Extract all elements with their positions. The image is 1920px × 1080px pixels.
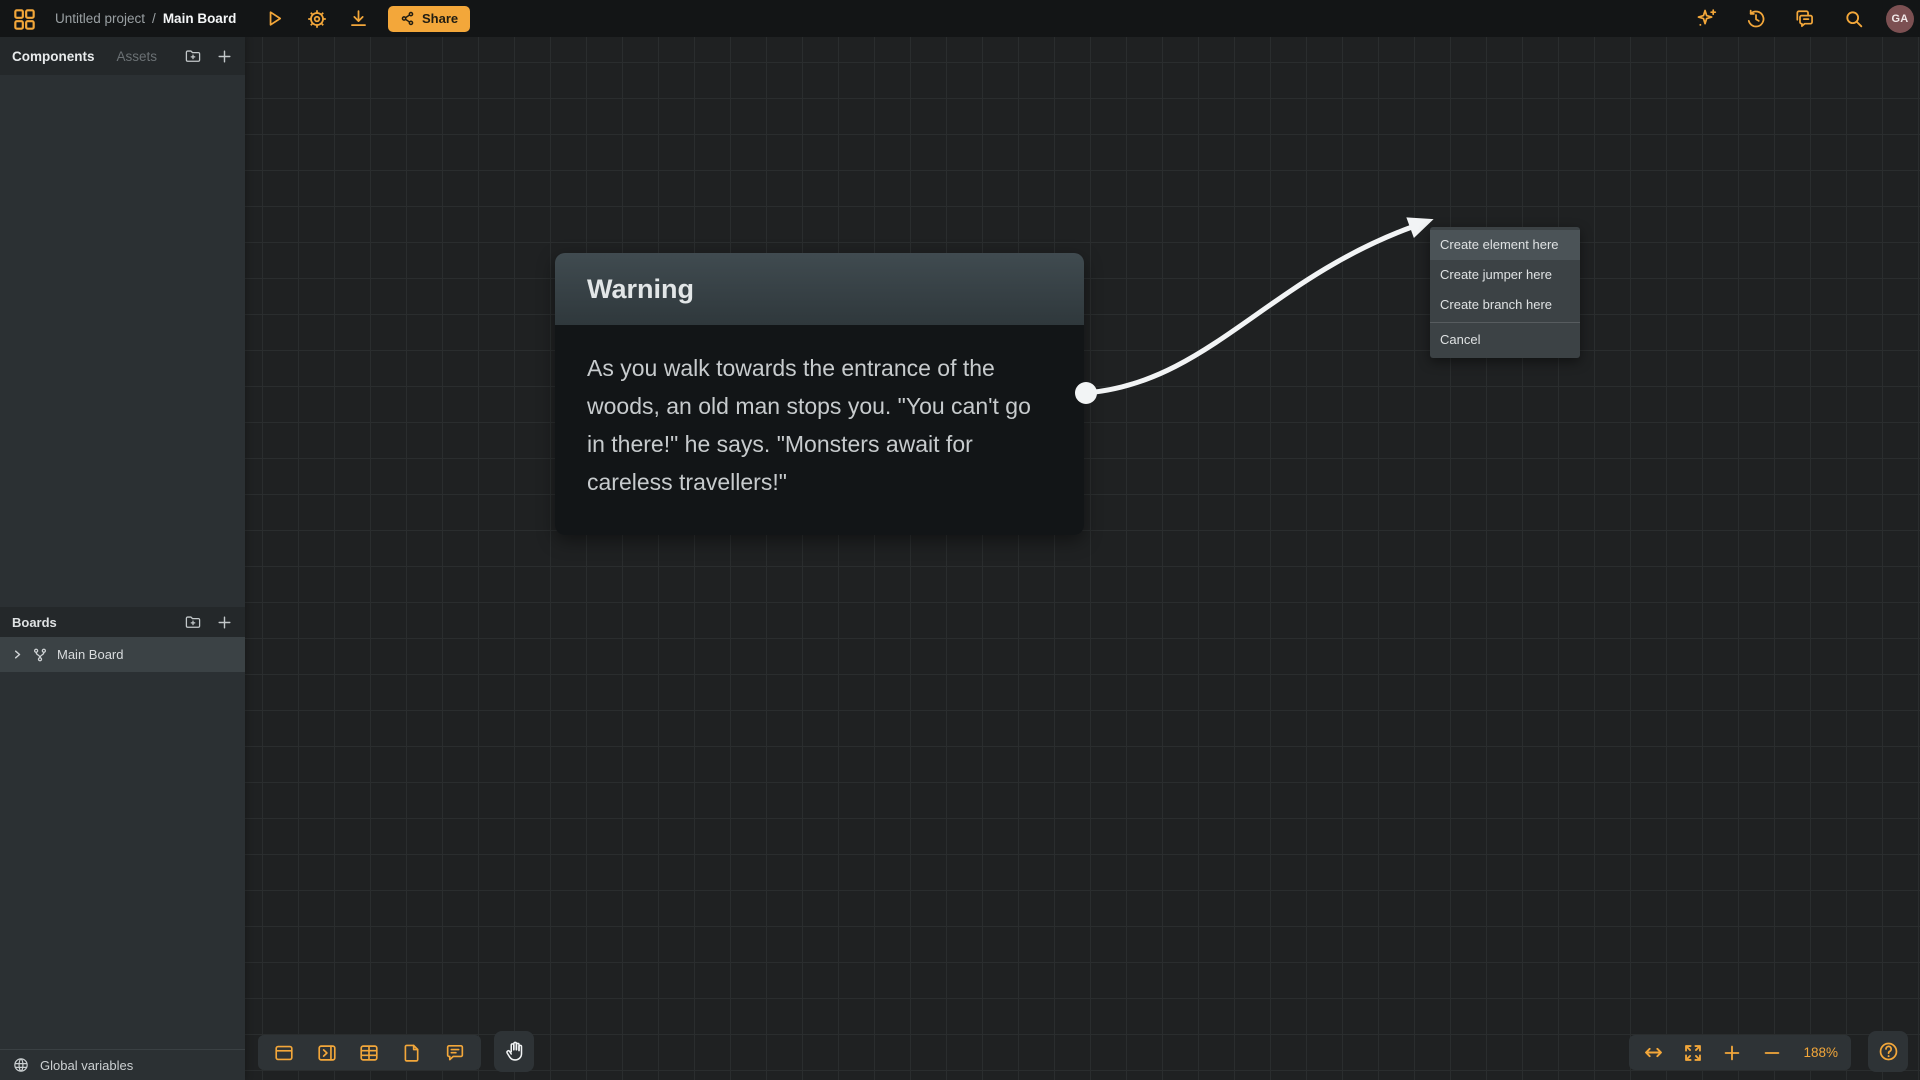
chevron-right-icon[interactable] <box>12 649 23 660</box>
add-folder-icon[interactable] <box>184 47 202 65</box>
tab-assets[interactable]: Assets <box>117 49 158 64</box>
menu-item-create-branch[interactable]: Create branch here <box>1430 290 1580 320</box>
board-flow-icon <box>32 647 48 663</box>
share-nodes-icon <box>400 11 415 26</box>
add-board-plus-icon[interactable] <box>215 613 233 631</box>
pan-tool-hand-icon[interactable] <box>494 1031 534 1072</box>
help-button[interactable] <box>1868 1031 1908 1072</box>
topbar-actions: Share <box>258 5 470 32</box>
topbar-right: GA <box>1690 0 1914 37</box>
element-card-header: Warning <box>555 253 1084 325</box>
settings-gear-icon[interactable] <box>300 6 333 32</box>
topbar: Untitled project / Main Board <box>0 0 1920 37</box>
history-icon[interactable] <box>1739 6 1772 32</box>
board-canvas[interactable]: Warning As you walk towards the entrance… <box>245 37 1920 1080</box>
user-avatar[interactable]: GA <box>1886 5 1914 33</box>
breadcrumb: Untitled project / Main Board <box>55 0 236 37</box>
fit-width-icon[interactable] <box>1642 1039 1665 1067</box>
element-card-title: Warning <box>587 274 694 305</box>
share-button[interactable]: Share <box>388 6 470 32</box>
boards-panel-header: Boards <box>0 607 245 637</box>
boards-list: Main Board <box>0 637 245 1049</box>
global-variables-label: Global variables <box>40 1058 133 1073</box>
comments-icon[interactable] <box>1788 6 1821 32</box>
global-variables-button[interactable]: Global variables <box>0 1049 245 1080</box>
sidebar: Components Assets Boards <box>0 37 245 1080</box>
ai-sparkle-icon[interactable] <box>1690 6 1723 32</box>
app-window: Untitled project / Main Board <box>0 0 1920 1080</box>
components-list-empty[interactable] <box>0 75 245 607</box>
jumper-tool-icon[interactable] <box>310 1038 344 1068</box>
export-download-icon[interactable] <box>342 6 375 32</box>
menu-item-create-jumper[interactable]: Create jumper here <box>1430 260 1580 290</box>
breadcrumb-board[interactable]: Main Board <box>163 11 237 26</box>
connection-arrow <box>245 37 1920 1080</box>
play-button[interactable] <box>258 6 291 32</box>
menu-item-create-element[interactable]: Create element here <box>1430 230 1580 260</box>
element-card-body: As you walk towards the entrance of the … <box>555 325 1084 535</box>
add-board-folder-icon[interactable] <box>184 613 202 631</box>
element-card[interactable]: Warning As you walk towards the entrance… <box>555 253 1084 535</box>
note-tool-icon[interactable] <box>395 1038 429 1068</box>
element-tool-icon[interactable] <box>267 1038 301 1068</box>
board-row-label: Main Board <box>57 647 123 662</box>
fit-screen-icon[interactable] <box>1681 1039 1704 1067</box>
app-logo-grid-icon[interactable] <box>11 6 37 32</box>
bottom-toolbar <box>258 1035 481 1070</box>
connection-context-menu: Create element here Create jumper here C… <box>1430 227 1580 358</box>
zoom-level-value[interactable]: 188% <box>1803 1045 1838 1060</box>
branch-tool-icon[interactable] <box>352 1038 386 1068</box>
add-component-plus-icon[interactable] <box>215 47 233 65</box>
breadcrumb-separator: / <box>152 11 156 26</box>
comment-tool-icon[interactable] <box>438 1038 472 1068</box>
tab-components[interactable]: Components <box>12 49 95 64</box>
components-panel-header: Components Assets <box>0 37 245 75</box>
zoom-controls: 188% <box>1629 1035 1851 1070</box>
zoom-out-icon[interactable] <box>1760 1039 1783 1067</box>
board-row-main-board[interactable]: Main Board <box>0 637 245 672</box>
menu-item-cancel[interactable]: Cancel <box>1430 322 1580 355</box>
search-icon[interactable] <box>1837 6 1870 32</box>
zoom-in-icon[interactable] <box>1721 1039 1744 1067</box>
connection-curve[interactable] <box>1086 227 1412 393</box>
breadcrumb-project[interactable]: Untitled project <box>55 11 145 26</box>
question-circle-icon <box>1877 1040 1900 1063</box>
boards-header-label: Boards <box>12 615 57 630</box>
globe-icon <box>12 1056 30 1074</box>
share-button-label: Share <box>422 11 458 26</box>
